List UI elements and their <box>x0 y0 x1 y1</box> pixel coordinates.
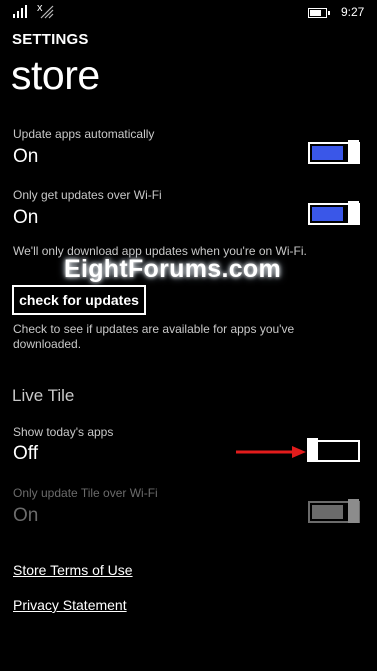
wifi-only-label: Only get updates over Wi-Fi <box>13 188 162 202</box>
wifi-only-toggle[interactable] <box>308 201 360 225</box>
show-today-label: Show today's apps <box>13 425 114 439</box>
check-for-updates-button[interactable]: check for updates <box>12 285 146 315</box>
check-note-line2: downloaded. <box>13 337 82 351</box>
watermark-text: EightForums.com <box>64 255 282 283</box>
tile-wifi-only-state: On <box>13 505 39 526</box>
store-terms-link[interactable]: Store Terms of Use <box>13 562 133 578</box>
check-note-line1: Check to see if updates are available fo… <box>13 322 295 336</box>
tile-wifi-only-toggle <box>308 499 360 523</box>
red-arrow-icon <box>236 446 306 458</box>
show-today-state: Off <box>13 443 38 464</box>
auto-update-state: On <box>13 146 39 167</box>
battery-icon <box>308 8 330 18</box>
auto-update-toggle[interactable] <box>308 140 360 164</box>
auto-update-label: Update apps automatically <box>13 127 155 141</box>
privacy-statement-link[interactable]: Privacy Statement <box>13 597 127 613</box>
page-title: store <box>11 52 100 98</box>
clock: 9:27 <box>341 5 365 19</box>
settings-label: SETTINGS <box>12 31 89 48</box>
show-today-toggle[interactable] <box>307 438 360 462</box>
wifi-icon <box>40 5 54 19</box>
status-bar: x 9:27 <box>0 0 377 24</box>
tile-wifi-only-label: Only update Tile over Wi-Fi <box>13 486 158 500</box>
signal-bars-icon <box>13 5 29 18</box>
live-tile-section-title: Live Tile <box>12 386 75 405</box>
wifi-only-state: On <box>13 207 39 228</box>
